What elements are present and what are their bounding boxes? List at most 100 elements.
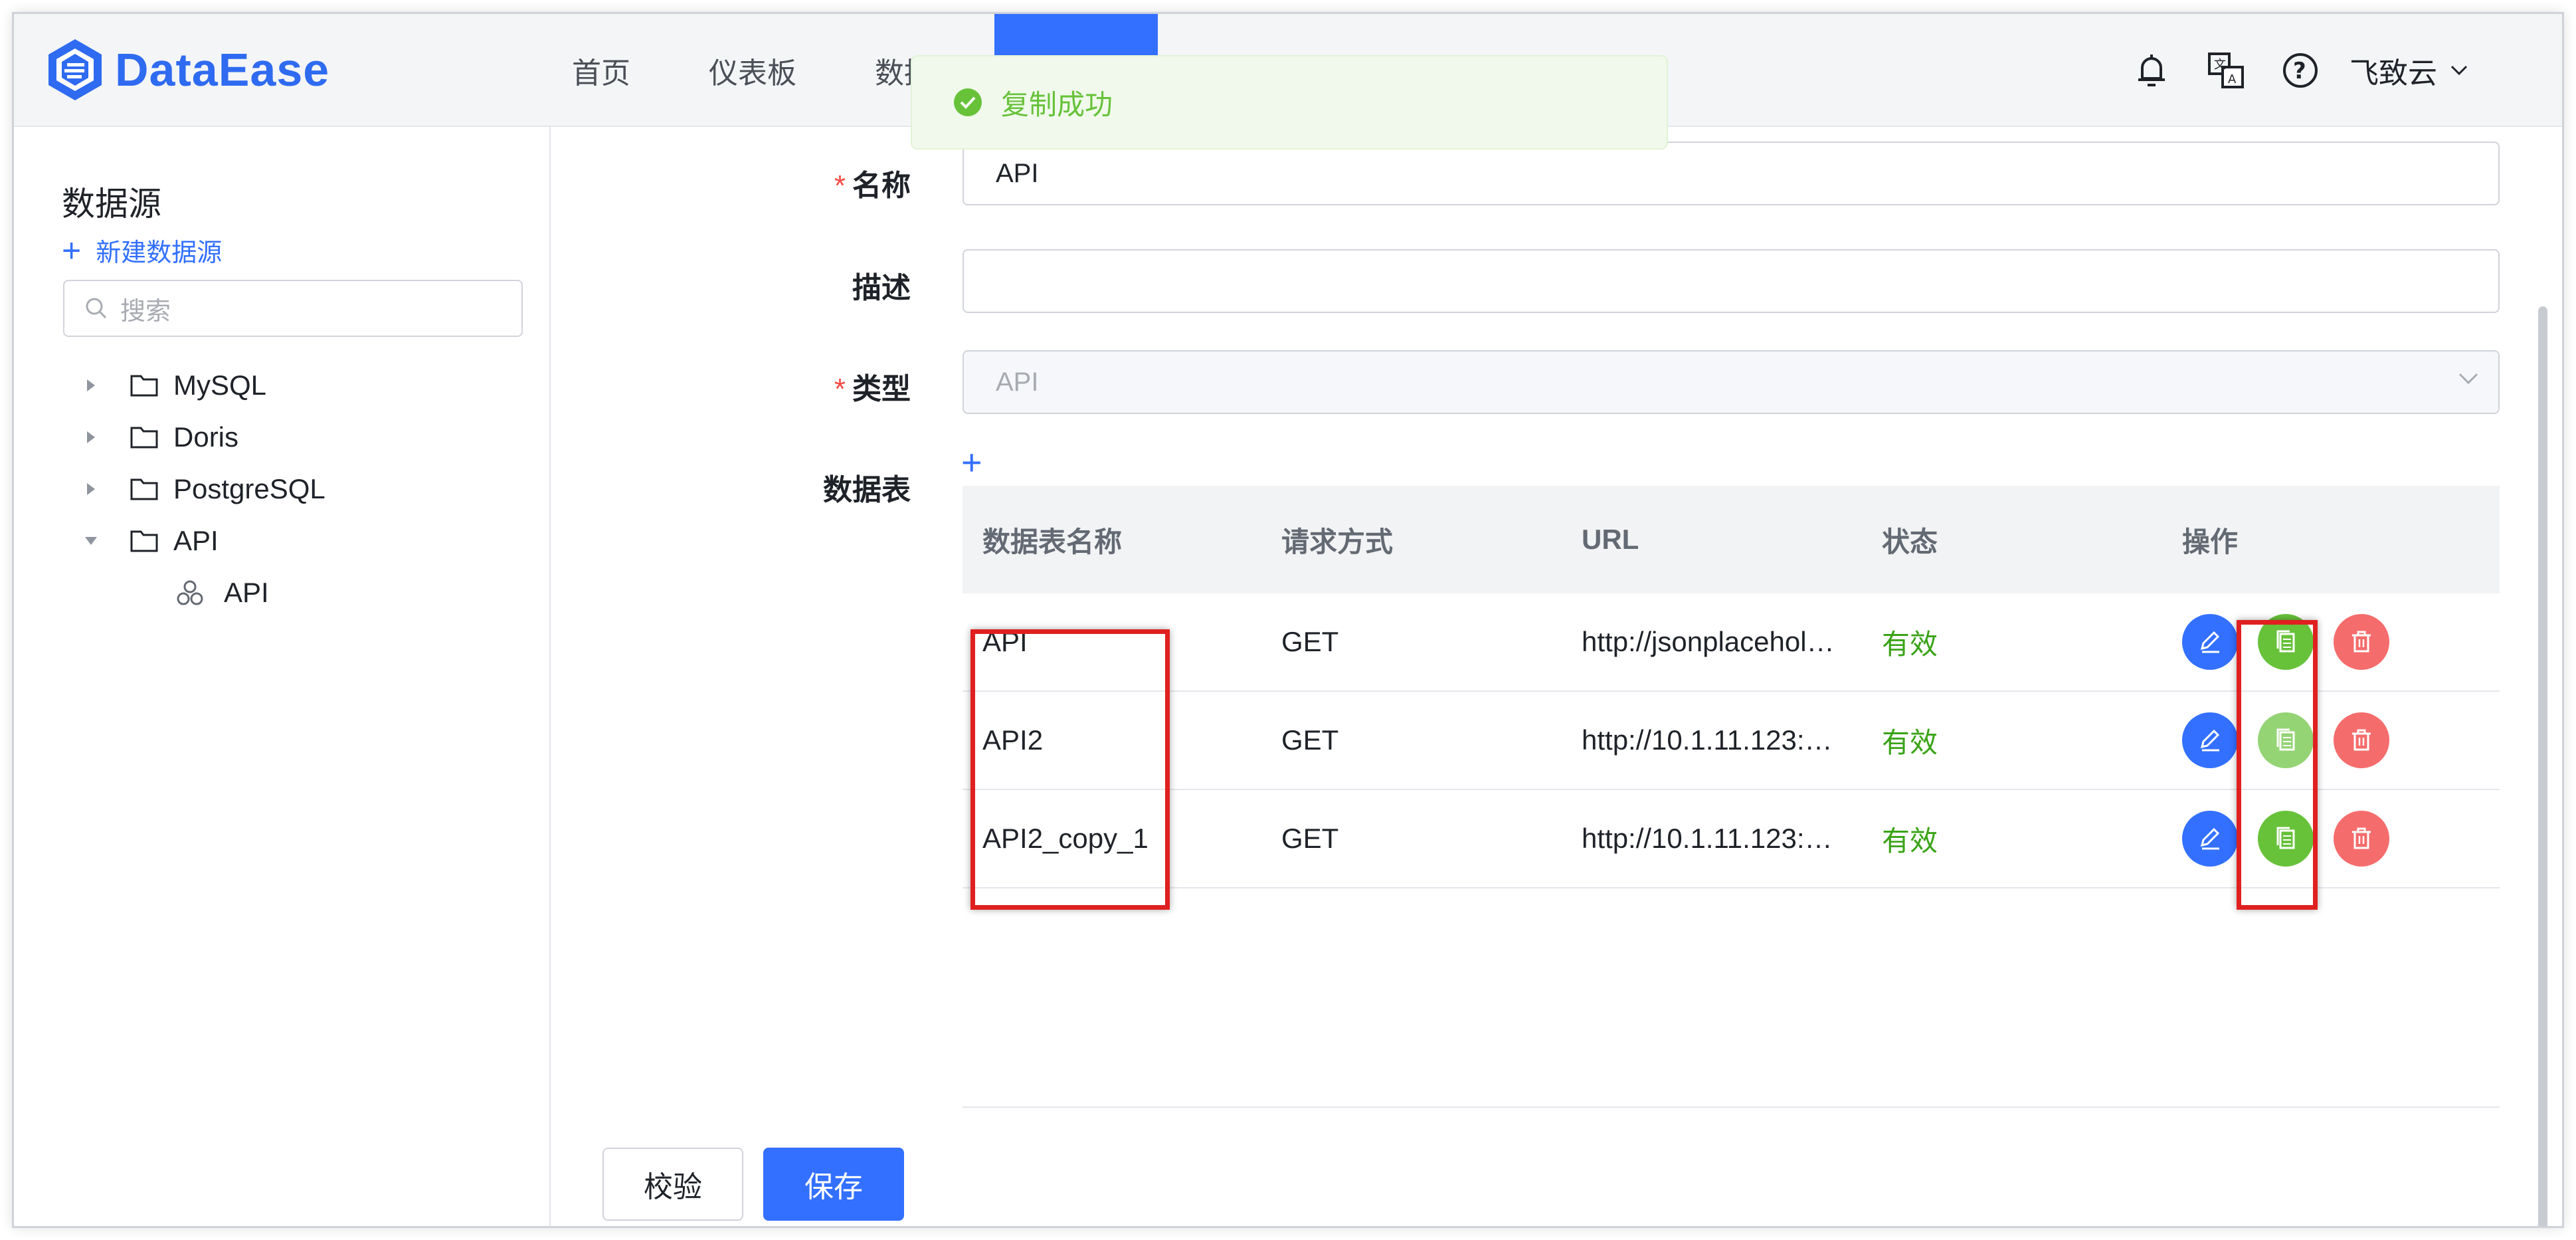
cell-method: GET [1261, 626, 1562, 658]
edit-icon [2197, 629, 2223, 655]
logo[interactable]: DataEase [45, 37, 329, 103]
table-row: API2_copy_1 GET http://10.1.11.123:… 有效 [963, 790, 2500, 888]
copy-button[interactable] [2258, 614, 2314, 670]
trash-icon [2348, 629, 2375, 655]
desc-field[interactable] [963, 249, 2500, 313]
trash-icon [2348, 825, 2375, 852]
edit-button[interactable] [2182, 614, 2238, 670]
cell-url: http://jsonplacehol… [1562, 626, 1862, 658]
plus-icon: + [62, 234, 81, 267]
chevron-down-icon [2457, 371, 2480, 386]
copy-icon [2272, 629, 2299, 655]
toast-message: 复制成功 [1001, 82, 1113, 123]
new-datasource-button[interactable]: + 新建数据源 [62, 232, 222, 268]
col-method-header: 请求方式 [1261, 520, 1562, 560]
caret-right-icon[interactable] [78, 424, 104, 451]
scrollbar[interactable] [2538, 306, 2547, 1228]
copy-button[interactable] [2258, 712, 2314, 768]
tree-node-mysql[interactable]: MySQL [78, 360, 325, 411]
table-row: API GET http://jsonplacehol… 有效 [963, 593, 2500, 692]
cell-url: http://10.1.11.123:… [1562, 724, 1862, 756]
edit-button[interactable] [2182, 712, 2238, 768]
folder-icon [130, 373, 159, 397]
sidebar-title: 数据源 [62, 177, 161, 225]
cell-actions [2162, 712, 2500, 768]
tree-node-label: PostgreSQL [173, 473, 325, 505]
delete-button[interactable] [2334, 614, 2389, 670]
new-datasource-label: 新建数据源 [96, 232, 222, 268]
delete-button[interactable] [2334, 712, 2389, 768]
header-actions: 文A ? 飞致云 [2097, 14, 2469, 127]
folder-icon [130, 425, 159, 449]
trash-icon [2348, 727, 2375, 754]
tree-node-api-child[interactable]: API [78, 567, 325, 619]
plus-icon[interactable]: + [961, 442, 982, 483]
edit-button[interactable] [2182, 811, 2238, 867]
chevron-down-icon [2449, 64, 2469, 77]
caret-down-icon[interactable] [78, 528, 104, 554]
cell-status: 有效 [1862, 622, 2162, 663]
check-button[interactable]: 校验 [602, 1148, 743, 1221]
name-value: API [996, 159, 1038, 189]
cell-url: http://10.1.11.123:… [1562, 823, 1862, 855]
datasource-sidebar: 数据源 + 新建数据源 搜索 MySQL Doris PostgreSQ [14, 127, 551, 1228]
search-placeholder: 搜索 [120, 290, 171, 327]
user-name: 飞致云 [2349, 49, 2437, 92]
cell-actions [2162, 811, 2500, 867]
table-row: API2 GET http://10.1.11.123:… 有效 [963, 692, 2500, 790]
svg-text:?: ? [2293, 58, 2306, 84]
edit-icon [2197, 727, 2223, 754]
nav-dashboard[interactable]: 仪表板 [709, 49, 796, 92]
success-toast: 复制成功 [911, 55, 1668, 150]
api-table: 数据表名称 请求方式 URL 状态 操作 API GET http://json… [963, 486, 2500, 888]
type-select: API [963, 350, 2500, 414]
edit-icon [2197, 825, 2223, 852]
nav-active-indicator[interactable] [994, 14, 1158, 55]
search-icon [84, 296, 108, 320]
cell-status: 有效 [1862, 720, 2162, 761]
type-value: API [996, 367, 1038, 397]
folder-icon [130, 529, 159, 553]
user-menu[interactable]: 飞致云 [2349, 49, 2469, 92]
datasource-tree: MySQL Doris PostgreSQL API API [78, 360, 325, 619]
cell-method: GET [1261, 823, 1562, 855]
cell-name: API [963, 626, 1261, 658]
copy-icon [2272, 727, 2299, 754]
copy-button[interactable] [2258, 811, 2314, 867]
search-input[interactable]: 搜索 [63, 280, 523, 337]
bell-icon[interactable] [2132, 51, 2171, 90]
caret-right-icon[interactable] [78, 476, 104, 502]
col-actions-header: 操作 [2162, 520, 2500, 560]
folder-icon [130, 477, 159, 501]
datasource-icon [176, 579, 204, 606]
translate-icon[interactable]: 文A [2206, 51, 2246, 90]
brand-name: DataEase [115, 43, 329, 96]
datasource-form: *名称 API 描述 *类型 API 数据表 + 数据表名称 请求方式 URL … [552, 127, 2564, 1228]
col-name-header: 数据表名称 [963, 520, 1261, 560]
col-url-header: URL [1562, 524, 1862, 556]
cell-name: API2 [963, 724, 1261, 756]
help-icon[interactable]: ? [2280, 51, 2320, 90]
tree-node-label: API [224, 577, 269, 609]
success-check-icon [953, 88, 982, 117]
type-label: *类型 [711, 365, 911, 407]
col-status-header: 状态 [1862, 520, 2162, 560]
nav-home[interactable]: 首页 [572, 49, 630, 92]
caret-right-icon[interactable] [78, 372, 104, 399]
tree-node-label: Doris [173, 421, 238, 453]
desc-label: 描述 [711, 264, 911, 306]
name-field[interactable]: API [963, 142, 2500, 205]
tree-node-postgresql[interactable]: PostgreSQL [78, 463, 325, 515]
cell-name: API2_copy_1 [963, 823, 1261, 855]
table-divider [963, 1106, 2500, 1108]
tables-label: 数据表 [711, 466, 911, 508]
tree-node-api[interactable]: API [78, 515, 325, 567]
save-button[interactable]: 保存 [763, 1148, 904, 1221]
table-header: 数据表名称 请求方式 URL 状态 操作 [963, 486, 2500, 593]
copy-icon [2272, 825, 2299, 852]
svg-text:A: A [2228, 72, 2237, 86]
tree-node-doris[interactable]: Doris [78, 411, 325, 463]
dataease-logo-icon [45, 37, 106, 103]
delete-button[interactable] [2334, 811, 2389, 867]
name-label: *名称 [711, 161, 911, 204]
